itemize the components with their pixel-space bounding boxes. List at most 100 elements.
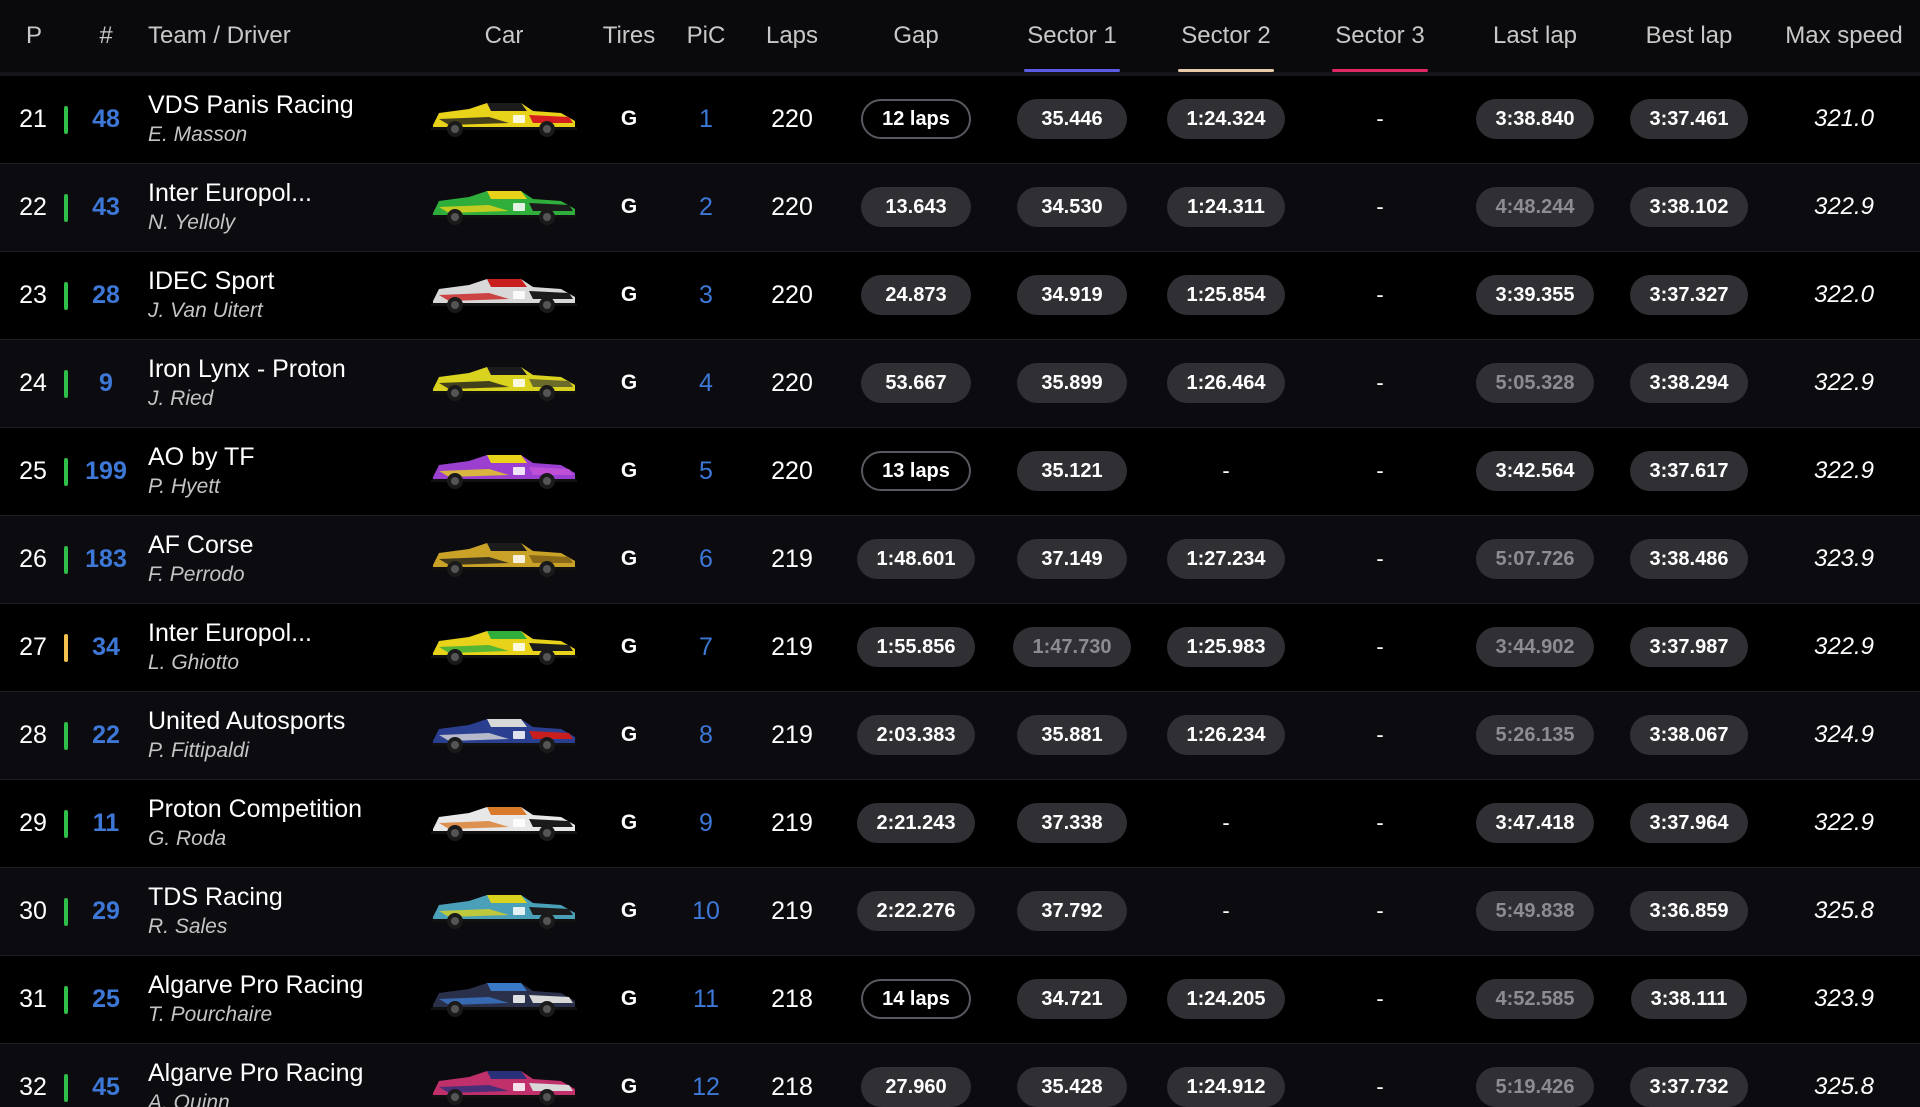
table-row[interactable]: 28 22 United Autosports P. Fittipaldi G 8 219 2… xyxy=(0,692,1920,780)
table-row[interactable]: 23 28 IDEC Sport J. Van Uitert G 3 220 24.873 34… xyxy=(0,252,1920,340)
team-driver[interactable]: Proton Competition G. Roda xyxy=(148,780,418,866)
car-number[interactable]: 22 xyxy=(78,692,134,778)
sector-1: 35.428 xyxy=(1002,1044,1142,1107)
car-livery-icon xyxy=(431,367,577,401)
gap: 13.643 xyxy=(846,164,986,250)
car-number[interactable]: 9 xyxy=(78,340,134,426)
flag-status-indicator xyxy=(64,546,68,574)
tire-compound: G xyxy=(620,899,638,922)
car-number[interactable]: 48 xyxy=(78,76,134,162)
car-number[interactable]: 183 xyxy=(78,516,134,602)
team-name: Algarve Pro Racing xyxy=(148,971,364,999)
team-driver[interactable]: VDS Panis Racing E. Masson xyxy=(148,76,418,162)
best-lap: 3:36.859 xyxy=(1618,868,1760,954)
position: 29 xyxy=(19,808,47,837)
header-pic[interactable]: PiC xyxy=(676,0,736,72)
car-number[interactable]: 29 xyxy=(78,868,134,954)
car-number[interactable]: 11 xyxy=(78,780,134,866)
sector-1-time: 35.121 xyxy=(1017,451,1127,491)
car-number[interactable]: 43 xyxy=(78,164,134,250)
gap: 1:55.856 xyxy=(846,604,986,690)
team-driver[interactable]: Algarve Pro Racing T. Pourchaire xyxy=(148,956,418,1042)
position-in-class: 10 xyxy=(692,896,720,925)
car-number[interactable]: 34 xyxy=(78,604,134,690)
max-speed: 324.9 xyxy=(1813,721,1875,748)
best-lap: 3:38.111 xyxy=(1618,956,1760,1042)
table-row[interactable]: 25 199 AO by TF P. Hyett G 5 220 13 laps 35.121 -… xyxy=(0,428,1920,516)
car-number[interactable]: 28 xyxy=(78,252,134,338)
flag-status-indicator xyxy=(64,194,68,222)
team-driver[interactable]: AO by TF P. Hyett xyxy=(148,428,418,514)
team-driver[interactable]: IDEC Sport J. Van Uitert xyxy=(148,252,418,338)
table-row[interactable]: 30 29 TDS Racing R. Sales G 10 219 2:22.276 37.7… xyxy=(0,868,1920,956)
sector-1-time: 35.881 xyxy=(1017,715,1127,755)
max-speed: 322.0 xyxy=(1813,281,1875,308)
best-lap-time: 3:38.111 xyxy=(1630,979,1748,1019)
table-row[interactable]: 31 25 Algarve Pro Racing T. Pourchaire G 11 21… xyxy=(0,956,1920,1044)
tire-compound: G xyxy=(620,195,638,218)
header-position[interactable]: P xyxy=(18,0,50,72)
header-max-speed[interactable]: Max speed xyxy=(1776,0,1912,72)
flag-status-indicator xyxy=(64,1074,68,1102)
last-lap: 4:48.244 xyxy=(1464,164,1606,250)
last-lap-time: 5:05.328 xyxy=(1475,363,1595,403)
header-number[interactable]: # xyxy=(88,0,124,72)
table-row[interactable]: 29 11 Proton Competition G. Roda G 9 219 2:21.2… xyxy=(0,780,1920,868)
sector-2: 1:25.983 xyxy=(1156,604,1296,690)
header-tires[interactable]: Tires xyxy=(590,0,668,72)
tire-compound: G xyxy=(620,371,638,394)
laps-count: 218 xyxy=(771,984,813,1013)
laps-count: 219 xyxy=(771,896,813,925)
sector-2-empty: - xyxy=(1222,458,1230,483)
team-driver[interactable]: Iron Lynx - Proton J. Ried xyxy=(148,340,418,426)
car-number[interactable]: 25 xyxy=(78,956,134,1042)
team-driver[interactable]: United Autosports P. Fittipaldi xyxy=(148,692,418,778)
car-number[interactable]: 45 xyxy=(78,1044,134,1107)
header-sector-3[interactable]: Sector 3 xyxy=(1332,0,1428,72)
last-lap-time: 4:52.585 xyxy=(1475,979,1595,1019)
position: 23 xyxy=(19,280,47,309)
table-row[interactable]: 24 9 Iron Lynx - Proton J. Ried G 4 220 53.667 3… xyxy=(0,340,1920,428)
table-row[interactable]: 21 48 VDS Panis Racing E. Masson G 1 220 12 lap… xyxy=(0,76,1920,164)
team-driver[interactable]: Inter Europol... N. Yelloly xyxy=(148,164,418,250)
header-laps[interactable]: Laps xyxy=(752,0,832,72)
header-car[interactable]: Car xyxy=(430,0,578,72)
header-best-lap[interactable]: Best lap xyxy=(1624,0,1754,72)
car-livery-icon xyxy=(431,1071,577,1105)
position-in-class: 6 xyxy=(699,544,713,573)
position-in-class: 12 xyxy=(692,1072,720,1101)
best-lap: 3:37.732 xyxy=(1618,1044,1760,1107)
header-team-driver[interactable]: Team / Driver xyxy=(148,0,348,72)
header-gap[interactable]: Gap xyxy=(846,0,986,72)
sector-3-empty: - xyxy=(1376,106,1384,131)
team-driver[interactable]: AF Corse F. Perrodo xyxy=(148,516,418,602)
table-row[interactable]: 27 34 Inter Europol... L. Ghiotto G 7 219 1:55.… xyxy=(0,604,1920,692)
header-sector-1-label: Sector 1 xyxy=(1027,22,1117,49)
last-lap-time: 5:07.726 xyxy=(1475,539,1595,579)
header-last-lap[interactable]: Last lap xyxy=(1470,0,1600,72)
header-sector-1[interactable]: Sector 1 xyxy=(1024,0,1120,72)
header-sector-2[interactable]: Sector 2 xyxy=(1178,0,1274,72)
team-driver[interactable]: TDS Racing R. Sales xyxy=(148,868,418,954)
max-speed: 322.9 xyxy=(1813,633,1875,660)
team-driver[interactable]: Algarve Pro Racing A. Quinn xyxy=(148,1044,418,1107)
table-row[interactable]: 22 43 Inter Europol... N. Yelloly G 2 220 13.64… xyxy=(0,164,1920,252)
sector-1: 37.792 xyxy=(1002,868,1142,954)
sector-3: - xyxy=(1310,340,1450,426)
car-livery-icon xyxy=(431,895,577,929)
sector-2-time: 1:24.324 xyxy=(1166,99,1286,139)
position: 32 xyxy=(19,1072,47,1101)
car-number[interactable]: 199 xyxy=(78,428,134,514)
table-row[interactable]: 26 183 AF Corse F. Perrodo G 6 219 1:48.601 37.1… xyxy=(0,516,1920,604)
position: 24 xyxy=(19,368,47,397)
tire-compound: G xyxy=(620,811,638,834)
team-driver[interactable]: Inter Europol... L. Ghiotto xyxy=(148,604,418,690)
flag-status-indicator xyxy=(64,370,68,398)
table-row[interactable]: 32 45 Algarve Pro Racing A. Quinn G 12 218 27.9… xyxy=(0,1044,1920,1107)
sector-3-empty: - xyxy=(1376,634,1384,659)
last-lap: 3:44.902 xyxy=(1464,604,1606,690)
best-lap-time: 3:38.486 xyxy=(1629,539,1749,579)
sector-2: 1:26.234 xyxy=(1156,692,1296,778)
sector-3: - xyxy=(1310,956,1450,1042)
car-image xyxy=(428,1044,580,1107)
